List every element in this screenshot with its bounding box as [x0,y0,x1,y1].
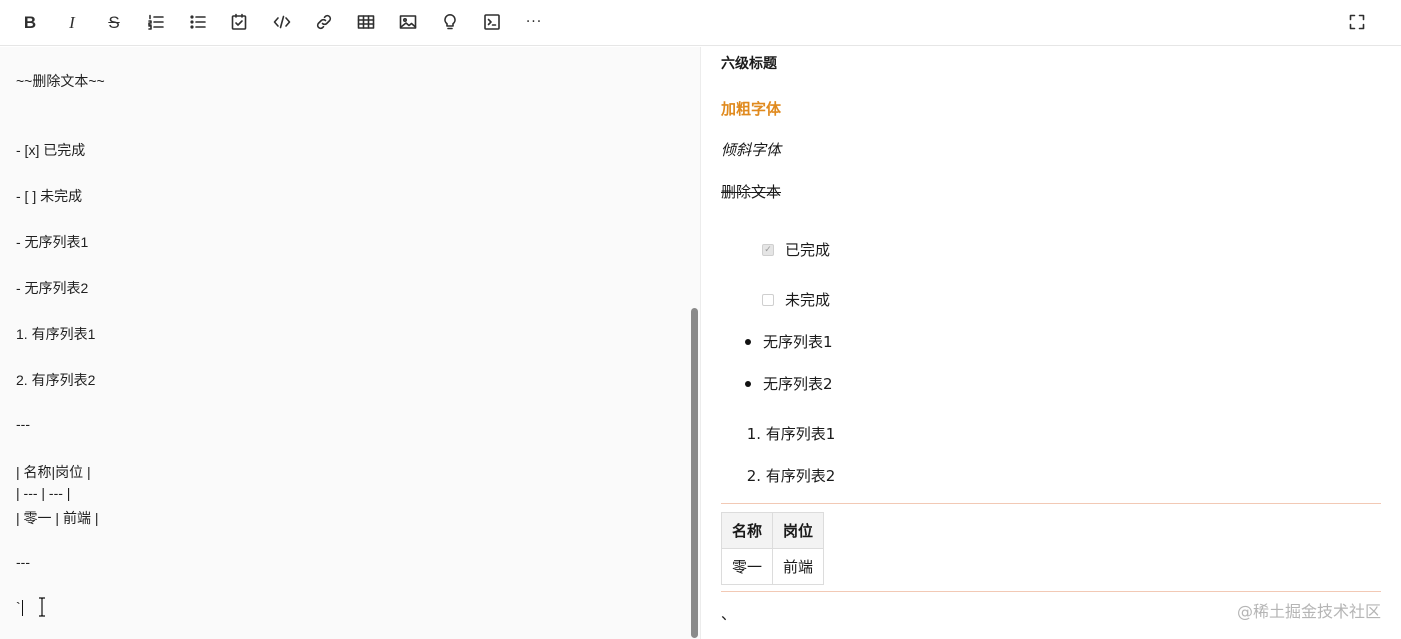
unordered-list-item: 无序列表2 [741,373,833,394]
editor-line: ~~删除文本~~ [16,73,105,89]
code-button[interactable] [268,9,296,35]
fullscreen-button[interactable] [1343,9,1371,35]
list-number: 1. [746,424,761,443]
table-cell: 零一 [720,548,774,585]
lightbulb-icon [444,14,456,30]
more-icon: ··· [525,14,543,30]
link-button[interactable] [310,9,338,35]
editor-line: 1. 有序列表1 [16,326,96,342]
editor-line: | 零一 | 前端 | [16,510,99,526]
editor-line: ` [16,599,21,615]
list-item-label: 无序列表2 [763,375,833,393]
editor-line: - 无序列表2 [16,280,89,296]
preview-bold-text: 加粗字体 [721,101,782,118]
image-icon [399,15,417,29]
table-row: 零一 前端 [720,548,825,585]
preview-heading6: 六级标题 [721,55,777,71]
ordered-list-item: 2. 有序列表2 [741,465,836,486]
text-caret [22,600,23,616]
terminal-button[interactable] [478,9,506,35]
task-item: 未完成 [762,289,830,310]
ordered-list-button[interactable] [142,9,170,35]
ordered-list-icon [148,14,164,30]
watermark: @稀土掘金技术社区 [1236,602,1381,621]
bold-icon: B [23,12,37,32]
task-checkbox-unchecked[interactable] [762,293,774,306]
link-icon [316,14,332,30]
table-cell: 前端 [772,548,825,585]
preview-tail-text: 、 [721,606,737,623]
editor-line: | 名称|岗位 | [16,464,91,480]
table-icon [357,15,375,29]
table-button[interactable] [352,9,380,35]
tip-button[interactable] [436,9,464,35]
editor-line: --- [16,416,30,432]
fullscreen-icon [1349,14,1365,30]
list-item-label: 有序列表2 [765,467,836,485]
editor-line: | --- | --- | [16,485,71,501]
image-button[interactable] [394,9,422,35]
editor-line: - [ ] 未完成 [16,188,83,204]
editor-scrollbar[interactable] [691,308,698,638]
unordered-list-icon [190,15,206,29]
editor-line: - [x] 已完成 [16,142,86,158]
list-number: 2. [746,466,761,485]
italic-icon: I [69,12,75,32]
editor-line: --- [16,554,30,570]
horizontal-rule [721,591,1381,592]
markdown-editor[interactable]: ~~删除文本~~ - [x] 已完成 - [ ] 未完成 - 无序列表1 - 无… [0,47,700,639]
bullet-icon [745,338,751,345]
editor-toolbar: B I S ··· [0,0,1401,46]
terminal-icon [484,14,500,30]
table-header: 岗位 [772,512,825,549]
editor-line: - 无序列表1 [16,234,89,250]
task-checkbox-checked[interactable]: ✓ [762,243,774,256]
horizontal-rule [721,503,1381,504]
ibeam-cursor-icon [39,597,45,617]
strikethrough-icon: S [108,12,120,32]
task-label: 已完成 [785,241,831,259]
task-item: ✓ 已完成 [762,239,830,260]
list-item-label: 无序列表1 [763,333,833,351]
strikethrough-button[interactable]: S [100,9,128,35]
unordered-list-item: 无序列表1 [741,331,833,352]
markdown-preview: 六级标题 加粗字体 倾斜字体 删除文本 ✓ 已完成 未完成 无序列表1 无序列表… [701,47,1401,639]
task-list-icon [231,13,247,30]
task-label: 未完成 [785,291,831,309]
unordered-list-button[interactable] [184,9,212,35]
ordered-list-item: 1. 有序列表1 [741,423,836,444]
task-list-button[interactable] [225,9,253,35]
preview-italic-text: 倾斜字体 [721,142,782,159]
list-item-label: 有序列表1 [765,425,836,443]
preview-strike-text: 删除文本 [721,184,782,201]
italic-button[interactable]: I [58,9,86,35]
bold-button[interactable]: B [16,9,44,35]
code-icon [273,15,291,29]
editor-line: 2. 有序列表2 [16,372,96,388]
preview-table: 名称 岗位 零一 前端 [720,512,825,585]
more-button[interactable]: ··· [520,9,548,35]
table-header: 名称 [720,512,774,549]
bullet-icon [745,380,751,387]
